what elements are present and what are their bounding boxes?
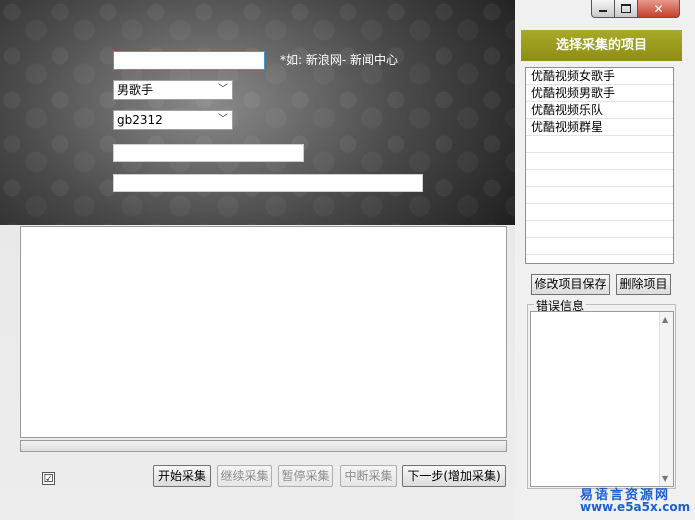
hint-text: *如: 新浪网- 新闻中心 <box>280 53 399 67</box>
category-select-value: 男歌手 <box>117 83 154 97</box>
next-step-button[interactable]: 下一步(增加采集) <box>402 465 506 487</box>
project-list[interactable]: 优酷视频女歌手 优酷视频男歌手 优酷视频乐队 优酷视频群星 <box>525 67 674 264</box>
empty-row <box>526 170 673 187</box>
empty-row <box>526 238 673 255</box>
progress-scrollbar[interactable] <box>20 440 507 452</box>
delete-project-button[interactable]: 删除项目 <box>616 274 671 295</box>
encoding-select-value: gb2312 <box>117 113 163 127</box>
log-textarea[interactable] <box>20 226 507 438</box>
project-list-header: 选择采集的项目 <box>521 30 682 61</box>
maximize-icon <box>621 4 631 13</box>
save-project-button[interactable]: 修改项目保存 <box>531 274 610 295</box>
empty-row <box>526 153 673 170</box>
option-checkbox[interactable]: ☑ <box>42 472 55 485</box>
checkbox-mark: ☑ <box>43 472 54 485</box>
maximize-button[interactable] <box>614 0 638 18</box>
text-field-4[interactable] <box>113 174 423 192</box>
list-item[interactable]: 优酷视频男歌手 <box>526 85 673 102</box>
minimize-button[interactable] <box>591 0 615 18</box>
empty-row <box>526 136 673 153</box>
error-scrollbar[interactable]: ▲ ▼ <box>659 312 673 486</box>
empty-row <box>526 187 673 204</box>
close-button[interactable]: ✕ <box>637 0 680 18</box>
list-item[interactable]: 优酷视频女歌手 <box>526 68 673 85</box>
pause-collect-button[interactable]: 暂停采集 <box>278 465 333 487</box>
list-item[interactable]: 优酷视频群星 <box>526 119 673 136</box>
scroll-up-icon[interactable]: ▲ <box>662 315 668 324</box>
empty-row <box>526 255 673 263</box>
list-item[interactable]: 优酷视频乐队 <box>526 102 673 119</box>
error-textarea[interactable]: ▲ ▼ <box>530 311 674 487</box>
empty-row <box>526 204 673 221</box>
close-icon: ✕ <box>653 1 664 16</box>
text-field-3[interactable] <box>113 144 304 162</box>
abort-collect-button[interactable]: 中断采集 <box>340 465 397 487</box>
chevron-down-icon: ﹀ <box>218 114 228 125</box>
watermark-url: www.e5a5x.com <box>580 500 691 514</box>
chevron-down-icon: ﹀ <box>218 84 228 95</box>
scroll-down-icon[interactable]: ▼ <box>662 474 668 483</box>
category-select[interactable]: 男歌手 ﹀ <box>113 80 233 100</box>
app-window: ✕ *如: 新浪网- 新闻中心 男歌手 ﹀ gb2312 ﹀ ☑ 开始采集 继续… <box>0 0 695 520</box>
minimize-icon <box>599 10 607 12</box>
encoding-select[interactable]: gb2312 ﹀ <box>113 110 233 130</box>
empty-row <box>526 221 673 238</box>
start-collect-button[interactable]: 开始采集 <box>153 465 211 487</box>
continue-collect-button[interactable]: 继续采集 <box>217 465 272 487</box>
site-name-input[interactable] <box>113 51 265 70</box>
